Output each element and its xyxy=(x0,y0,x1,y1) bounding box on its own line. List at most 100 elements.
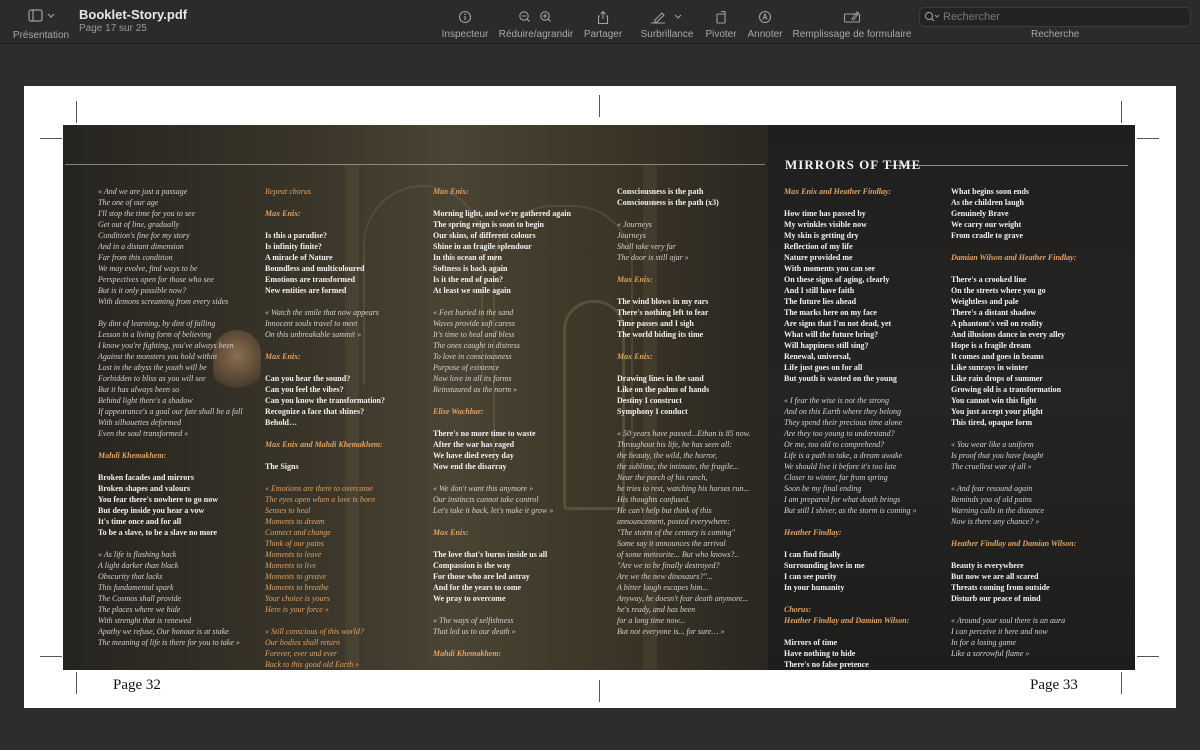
lyric-line: In for a losing game xyxy=(951,638,1016,647)
lyric-line: A bitter laugh escapes him... xyxy=(617,583,709,592)
lyric-line: Soon be my final ending xyxy=(784,484,862,493)
lyric-line: There's a distant shadow xyxy=(951,308,1036,317)
lyric-line: I can find finally xyxy=(784,550,841,559)
sidebar-icon xyxy=(28,9,55,22)
lyric-block: The Signs xyxy=(265,461,385,472)
lyric-line: Threats coming from outside xyxy=(951,583,1050,592)
lyric-line: I can perceive it here and now xyxy=(951,627,1048,636)
lyric-block: Mahdi Khemakhem: xyxy=(433,648,571,659)
lyric-block: The love that's burns inside us all Compa… xyxy=(433,549,571,604)
lyric-line: With moments you can see xyxy=(784,264,875,273)
lyric-line: Behold… xyxy=(265,418,298,427)
form-fill-button[interactable]: Remplissage de formulaire xyxy=(792,0,912,44)
lyric-block: The wind blows in my ears There's nothing… xyxy=(617,296,750,340)
lyric-block: « You wear like a uniform Is proof that y… xyxy=(951,439,1076,472)
lyric-block: « And we are just a passage The one of ou… xyxy=(98,186,243,307)
lyric-line: Can you know the transformation? xyxy=(265,396,386,405)
rotate-icon xyxy=(716,10,726,24)
singer-heading: Max Enix: xyxy=(617,352,653,361)
lyric-line: The eyes open when a love is born xyxy=(265,495,375,504)
singer-heading: Max Enix: xyxy=(265,352,301,361)
lyric-line: « The ways of selfishness xyxy=(433,616,514,625)
page-number-right: Page 33 xyxy=(1030,677,1078,693)
lyric-block: Max Enix: xyxy=(433,186,571,197)
form-icon xyxy=(843,11,861,23)
lyric-line: But now we are all scared xyxy=(951,572,1039,581)
lyric-line: And on this Earth where they belong xyxy=(784,407,902,416)
lyric-line: « Watch the smile that now appears xyxy=(265,308,379,317)
lyric-block: Max Enix and Mahdi Khemakhem: xyxy=(265,439,385,450)
lyric-line: of some meteorite... But who knows?.. xyxy=(617,550,739,559)
lyric-line: It's time once and for all xyxy=(98,517,182,526)
lyric-line: The Cosmos shall provide xyxy=(98,594,182,603)
lyric-line: Your choice is yours xyxy=(265,594,330,603)
presentation-button[interactable]: Présentation xyxy=(12,0,70,44)
lyric-line: Consciousness is the path (x3) xyxy=(617,198,719,207)
rotate-button[interactable]: Pivoter xyxy=(702,0,740,44)
inspector-button[interactable]: Inspecteur xyxy=(440,0,490,44)
lyric-line: A light darker than black xyxy=(98,561,179,570)
lyric-line: Obscurity that lacks xyxy=(98,572,163,581)
lyric-block: « We don't want this anymore » Our instin… xyxy=(433,483,571,516)
highlight-button[interactable]: Surbrillance xyxy=(638,0,696,44)
lyric-line: « Around your soul there is an aura xyxy=(951,616,1066,625)
lyric-line: Like on the palms of hands xyxy=(617,385,710,394)
singer-heading: Chorus: xyxy=(784,605,812,614)
singer-heading: Elise Wachbar: xyxy=(433,407,484,416)
lyric-line: Emotions are transformed xyxy=(265,275,356,284)
lyric-line: Consciousness is the path xyxy=(617,187,704,196)
lyric-line: Life just goes on for all xyxy=(784,363,863,372)
lyric-line: Compassion is the way xyxy=(433,561,511,570)
lyric-line: Behind light there's a shadow xyxy=(98,396,193,405)
lyric-line: Boundless and multicoloured xyxy=(265,264,365,273)
lyric-line: Shall take very far xyxy=(617,242,676,251)
lyric-line: A phantom's veil on reality xyxy=(951,319,1043,328)
lyric-line: There's no more time to waste xyxy=(433,429,536,438)
lyric-line: You cannot win this fight xyxy=(951,396,1037,405)
lyric-line: Get out of line, gradually xyxy=(98,220,180,229)
lyric-line: From cradle to grave xyxy=(951,231,1024,240)
lyric-line: I'll stop the time for you to see xyxy=(98,209,196,218)
lyric-line: Here is your force » xyxy=(265,605,329,614)
lyric-block: Drawing lines in the sand Like on the pal… xyxy=(617,373,750,417)
divider-line xyxy=(65,164,765,165)
lyric-line: I know you're fighting, you've always be… xyxy=(98,341,234,350)
search-input[interactable] xyxy=(943,11,1173,23)
zoom-button[interactable]: Réduire/agrandir xyxy=(498,0,574,44)
lyric-line: The one of our age xyxy=(98,198,159,207)
singer-heading: Max Enix and Mahdi Khemakhem: xyxy=(265,440,383,449)
lyric-line: We carry our weight xyxy=(951,220,1022,229)
page-number-left: Page 32 xyxy=(113,677,161,693)
lyric-line: Or me, too old to comprehend? xyxy=(784,440,885,449)
singer-heading: Heather Findlay: xyxy=(784,528,842,537)
lyric-block: What begins soon ends As the children lau… xyxy=(951,186,1076,241)
lyric-line: The meaning of life is there for you to … xyxy=(98,638,240,647)
lyric-line: But deep inside you hear a vow xyxy=(98,506,205,515)
inspector-label: Inspecteur xyxy=(441,29,489,40)
search-field[interactable] xyxy=(919,7,1191,27)
rotate-label: Pivoter xyxy=(705,29,737,40)
lyric-block: « Emotions are there to overcome The eyes… xyxy=(265,483,385,615)
lyric-line: You just accept your plight xyxy=(951,407,1043,416)
lyric-line: There's no false pretence xyxy=(784,660,869,669)
lyric-line: Renewal, universal, xyxy=(784,352,851,361)
lyric-line: I am prepared for what death brings xyxy=(784,495,901,504)
lyric-block: Consciousness is the path Consciousness i… xyxy=(617,186,750,208)
lyric-block: « Watch the smile that now appears Innoce… xyxy=(265,307,385,340)
lyrics-column-5: Max Enix and Heather Findlay: How time ha… xyxy=(784,186,916,670)
lyric-line: New entities are formed xyxy=(265,286,347,295)
lyric-line: Broken facades and mirrors xyxy=(98,473,194,482)
lyric-block: « Still conscious of this world? Our bodi… xyxy=(265,626,385,670)
share-button[interactable]: Partager xyxy=(582,0,624,44)
lyric-block: « Feet buried in the sand Waves provide s… xyxy=(433,307,571,395)
crop-mark xyxy=(599,95,600,117)
annotate-button[interactable]: Annoter xyxy=(745,0,785,44)
crop-mark xyxy=(599,680,600,702)
singer-heading: Max Enix: xyxy=(433,528,469,537)
lyric-line: But it has always been so xyxy=(98,385,180,394)
lyric-line: "Are we to be finally destroyed? xyxy=(617,561,720,570)
lyric-line: « Still conscious of this world? xyxy=(265,627,364,636)
lyric-line: Reflection of my life xyxy=(784,242,853,251)
lyric-block: « Around your soul there is an aura I can… xyxy=(951,615,1076,659)
lyric-line: Apathy we refuse, Our honour is at stake xyxy=(98,627,229,636)
